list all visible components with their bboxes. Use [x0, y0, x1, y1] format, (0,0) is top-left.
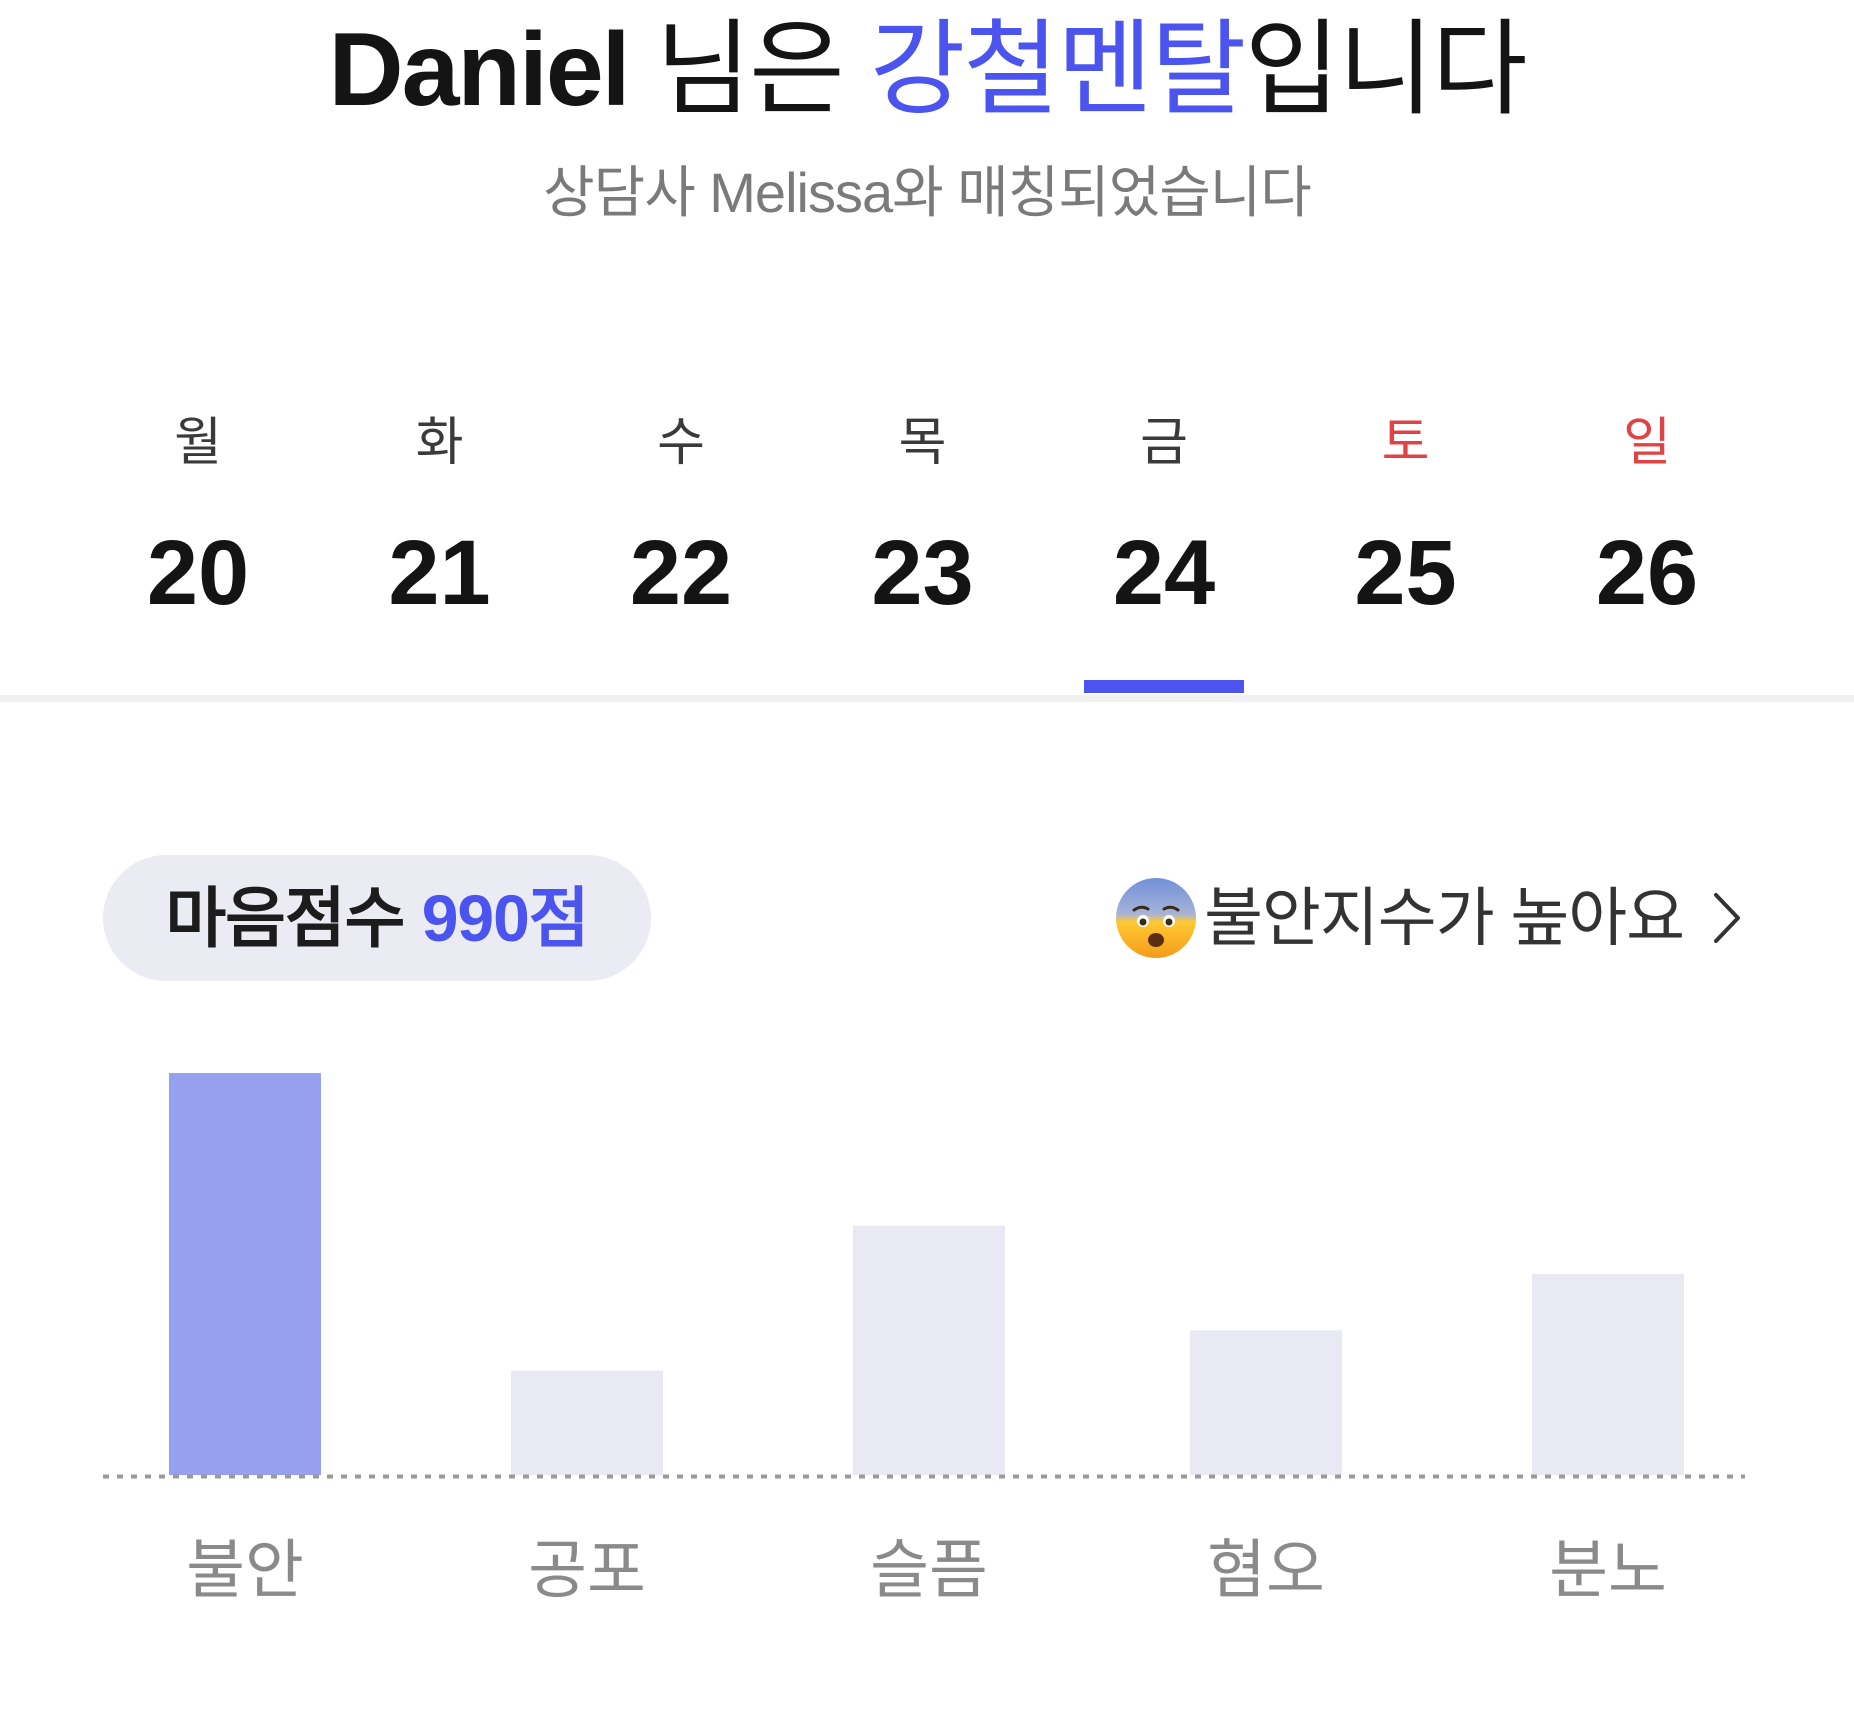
mind-type: 강철멘탈 — [869, 12, 1247, 128]
day-of-week-label: 수 — [657, 414, 705, 472]
page-title: Daniel 님은 강철멘탈입니다 — [0, 10, 1854, 130]
anxious-face-icon — [1116, 878, 1197, 958]
day-of-week-label: 일 — [1623, 414, 1671, 472]
day-tab-20[interactable]: 월 20 — [78, 408, 318, 698]
day-of-week-label: 월 — [174, 414, 222, 472]
title-middle: 님은 — [628, 12, 870, 128]
day-number: 22 — [629, 522, 733, 624]
counselor-match-subtitle: 상담사 Melissa와 매칭되었습니다 — [543, 161, 1312, 224]
day-tab-25[interactable]: 토 25 — [1286, 408, 1526, 698]
day-number: 21 — [388, 522, 491, 624]
week-date-selector: 월 20 화 21 수 22 목 23 금 24 토 25 일 26 — [0, 408, 1854, 698]
user-name: Daniel — [328, 12, 630, 128]
category-label: 분노 — [1549, 1534, 1667, 1606]
bar-불안 — [169, 1073, 321, 1475]
day-number: 25 — [1354, 522, 1457, 624]
day-of-week-label: 금 — [1140, 414, 1188, 472]
day-tab-26[interactable]: 일 26 — [1527, 408, 1767, 698]
day-of-week-label: 목 — [898, 414, 947, 472]
anxiety-alert-link[interactable]: 불안지수가 높아요 — [1114, 872, 1744, 964]
emotion-report-screen: Daniel 님은 강철멘탈입니다 상담사 Melissa와 매칭되었습니다 월… — [0, 0, 1854, 1736]
day-tab-23[interactable]: 목 23 — [803, 408, 1043, 698]
emotion-bar-chart: 불안 공포 슬픔 혐오 분노 — [0, 1000, 1854, 1660]
mind-score-value: 990점 — [421, 881, 590, 955]
selected-day-indicator — [1084, 680, 1244, 693]
bar-공포 — [511, 1370, 663, 1475]
bar-슬픔 — [853, 1225, 1005, 1475]
category-label: 혐오 — [1207, 1534, 1325, 1606]
day-number: 20 — [146, 522, 250, 624]
week-divider — [0, 695, 1854, 702]
emotion-bar-chart-plot — [103, 1073, 1745, 1479]
day-number: 23 — [871, 522, 974, 624]
bar-혐오 — [1190, 1330, 1342, 1475]
category-label: 불안 — [186, 1534, 304, 1606]
day-number: 26 — [1595, 522, 1699, 624]
mind-score-label: 마음점수 — [165, 881, 405, 955]
day-number: 24 — [1112, 522, 1216, 624]
day-tab-22[interactable]: 수 22 — [561, 408, 801, 698]
day-tab-21[interactable]: 화 21 — [320, 408, 560, 698]
category-label: 슬픔 — [870, 1534, 988, 1606]
category-label: 공포 — [528, 1534, 646, 1606]
chevron-right-icon — [1714, 893, 1740, 943]
day-tab-24[interactable]: 금 24 — [1044, 408, 1284, 698]
anxiety-alert-text: 불안지수가 높아요 — [1204, 882, 1685, 954]
mind-score-badge: 마음점수 990점 — [103, 855, 651, 981]
day-of-week-label: 화 — [415, 414, 464, 472]
day-of-week-label: 토 — [1381, 414, 1430, 472]
bar-분노 — [1532, 1274, 1684, 1475]
title-ending: 입니다 — [1244, 12, 1527, 128]
